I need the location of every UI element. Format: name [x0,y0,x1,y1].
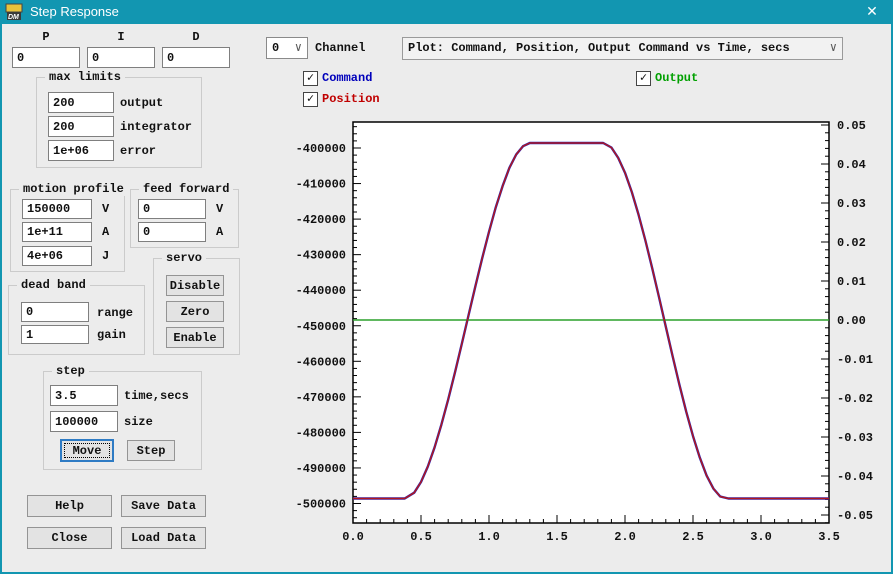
position-checkbox[interactable]: ✓ [303,92,318,107]
svg-text:0.05: 0.05 [837,119,866,133]
svg-text:-480000: -480000 [296,426,346,440]
d-input[interactable] [162,47,230,68]
motion-profile-title: motion profile [19,182,128,196]
save-data-button[interactable]: Save Data [121,495,206,517]
output-checkbox[interactable]: ✓ [636,71,651,86]
svg-text:-440000: -440000 [296,284,346,298]
profile-accel-label: A [102,225,110,239]
svg-text:-0.05: -0.05 [837,509,873,523]
svg-text:0.00: 0.00 [837,314,866,328]
servo-title: servo [162,251,207,265]
ff-velocity-input[interactable] [138,199,206,219]
channel-label: Channel [315,41,366,55]
svg-text:-400000: -400000 [296,142,346,156]
max-error-label: error [120,144,157,158]
svg-text:-0.02: -0.02 [837,392,873,406]
servo-disable-button[interactable]: Disable [166,275,224,296]
output-checkbox-label[interactable]: Output [655,71,698,85]
load-data-button[interactable]: Load Data [121,527,206,549]
step-time-label: time,secs [124,389,189,403]
max-output-input[interactable] [48,92,114,113]
svg-text:-410000: -410000 [296,178,346,192]
dead-band-title: dead band [17,278,90,292]
chevron-down-icon: ∨ [829,41,837,55]
svg-text:2.0: 2.0 [614,530,636,544]
profile-jerk-input[interactable] [22,246,92,266]
p-input[interactable] [12,47,80,68]
svg-text:0.5: 0.5 [410,530,432,544]
help-button[interactable]: Help [27,495,112,517]
window-title: Step Response [30,4,119,19]
position-checkbox-label[interactable]: Position [322,92,380,106]
channel-value: 0 [272,41,280,55]
svg-text:0.04: 0.04 [837,158,866,172]
svg-text:-450000: -450000 [296,320,346,334]
svg-text:-430000: -430000 [296,249,346,263]
ff-accel-input[interactable] [138,222,206,242]
i-label: I [117,30,125,44]
svg-text:3.0: 3.0 [750,530,772,544]
svg-text:-420000: -420000 [296,213,346,227]
p-label: P [42,30,50,44]
max-limits-title: max limits [45,70,126,84]
step-size-input[interactable] [50,411,118,432]
svg-text:-500000: -500000 [296,498,346,512]
profile-velocity-input[interactable] [22,199,92,219]
step-button[interactable]: Step [127,440,175,461]
title-bar[interactable]: DM Step Response ✕ [0,0,893,24]
chevron-down-icon: ∨ [294,41,302,55]
svg-text:-0.01: -0.01 [837,353,873,367]
svg-text:0.02: 0.02 [837,236,866,250]
dead-band-range-label: range [97,306,134,320]
max-integrator-label: integrator [120,120,193,134]
profile-jerk-label: J [102,249,110,263]
svg-text:-0.04: -0.04 [837,470,873,484]
channel-select[interactable]: 0 ∨ [266,37,308,59]
app-icon: DM [5,3,23,21]
command-checkbox[interactable]: ✓ [303,71,318,86]
svg-text:DM: DM [8,14,19,21]
profile-velocity-label: V [102,202,110,216]
max-integrator-input[interactable] [48,116,114,137]
step-title: step [52,364,89,378]
svg-text:-490000: -490000 [296,462,346,476]
svg-text:0.0: 0.0 [342,530,364,544]
move-button[interactable]: Move [60,439,114,462]
max-output-label: output [120,96,164,110]
servo-zero-button[interactable]: Zero [166,301,224,322]
svg-text:2.5: 2.5 [682,530,704,544]
svg-text:-0.03: -0.03 [837,431,873,445]
step-time-input[interactable] [50,385,118,406]
svg-text:-460000: -460000 [296,355,346,369]
close-button[interactable]: Close [27,527,112,549]
servo-enable-button[interactable]: Enable [166,327,224,348]
svg-text:0.03: 0.03 [837,197,866,211]
svg-text:0.01: 0.01 [837,275,866,289]
plot-mode-value: Plot: Command, Position, Output Command … [408,41,790,55]
dead-band-gain-input[interactable] [21,325,89,344]
step-response-chart: 0.0 0.5 1.0 1.5 2.0 2.5 3.0 3.5 -400000 -410000 -4… [296,119,873,544]
dead-band-range-input[interactable] [21,302,89,322]
step-response-window: DM Step Response ✕ P I D 0 ∨ Channel Plo… [0,0,893,574]
d-label: D [192,30,200,44]
svg-text:1.5: 1.5 [546,530,568,544]
max-error-input[interactable] [48,140,114,161]
ff-accel-label: A [216,225,224,239]
feed-forward-title: feed forward [139,182,234,196]
close-icon[interactable]: ✕ [851,0,893,24]
plot-mode-select[interactable]: Plot: Command, Position, Output Command … [402,37,843,60]
dead-band-gain-label: gain [97,328,126,342]
svg-text:3.5: 3.5 [818,530,840,544]
plot-region: 0.0 0.5 1.0 1.5 2.0 2.5 3.0 3.5 -400000 -410000 -4… [280,110,893,546]
ff-velocity-label: V [216,202,224,216]
profile-accel-input[interactable] [22,222,92,242]
command-checkbox-label[interactable]: Command [322,71,372,85]
svg-text:-470000: -470000 [296,391,346,405]
svg-text:1.0: 1.0 [478,530,500,544]
step-size-label: size [124,415,153,429]
i-input[interactable] [87,47,155,68]
